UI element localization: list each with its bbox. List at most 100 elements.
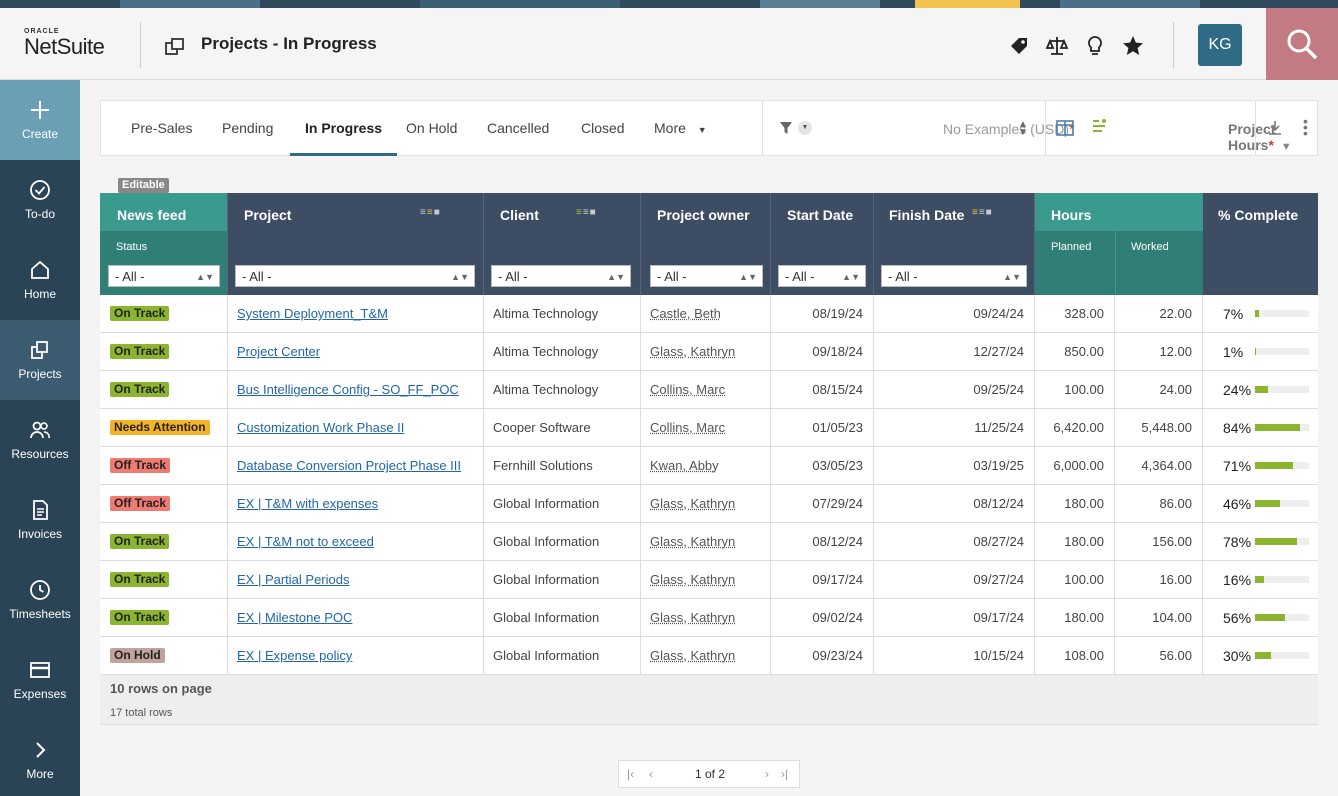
owner-filter[interactable]: - All - ▲▼	[650, 265, 763, 287]
owner-link[interactable]: Kwan, Abby	[650, 458, 719, 473]
sort-icons[interactable]: ≡≡■	[576, 207, 597, 218]
sidebar-item-projects[interactable]: Projects	[0, 320, 80, 400]
sidebar-item-todo[interactable]: To-do	[0, 160, 80, 240]
lightbulb-icon[interactable]	[1083, 34, 1107, 58]
owner-link[interactable]: Castle, Beth	[650, 306, 721, 321]
project-link[interactable]: Bus Intelligence Config - SO_FF_POC	[237, 382, 459, 397]
owner-cell: Glass, Kathryn	[641, 523, 771, 561]
owner-link[interactable]: Glass, Kathryn	[650, 572, 735, 587]
search-button[interactable]	[1266, 8, 1338, 80]
planned-hours-cell: 100.00	[1035, 561, 1115, 599]
columns-icon[interactable]	[1056, 120, 1074, 136]
project-link[interactable]: Database Conversion Project Phase III	[237, 458, 461, 473]
project-link[interactable]: Project Center	[237, 344, 320, 359]
first-page-icon[interactable]: |‹	[627, 767, 634, 781]
sort-icons[interactable]: ≡≡■	[972, 207, 993, 218]
owner-link[interactable]: Collins, Marc	[650, 382, 725, 397]
column-subtitle: Status	[116, 241, 147, 253]
owner-link[interactable]: Collins, Marc	[650, 420, 725, 435]
finish-date-cell: 11/25/24	[874, 409, 1035, 447]
filter-value: - All -	[785, 269, 815, 284]
more-vertical-icon[interactable]: • • •	[1303, 118, 1308, 136]
sidebar-item-timesheets[interactable]: Timesheets	[0, 560, 80, 640]
owner-cell: Glass, Kathryn	[641, 333, 771, 371]
last-page-icon[interactable]: ›|	[781, 767, 788, 781]
table-body: On Track System Deployment_T&M Altima Tech…	[100, 295, 1318, 675]
table-row: Off Track Database Conversion Project Pha…	[100, 447, 1318, 485]
editable-tag: Editable	[118, 178, 169, 193]
percent-label: 7%	[1223, 295, 1243, 333]
column-title[interactable]: News feed	[117, 207, 186, 223]
netsuite-logo[interactable]: ORACLE NetSuite	[24, 28, 124, 60]
prev-page-icon[interactable]: ‹	[649, 767, 653, 781]
sidebar-item-more[interactable]: More	[0, 720, 80, 796]
column-worked[interactable]: Worked	[1131, 241, 1169, 253]
tab-in-progress[interactable]: In Progress	[290, 101, 397, 156]
sort-icons[interactable]: ≡≡■	[420, 207, 441, 218]
owner-link[interactable]: Glass, Kathryn	[650, 534, 735, 549]
owner-link[interactable]: Glass, Kathryn	[650, 344, 735, 359]
filter-icon[interactable]	[779, 121, 793, 135]
finish-filter[interactable]: - All - ▲▼	[881, 265, 1027, 287]
client-filter[interactable]: - All - ▲▼	[491, 265, 631, 287]
project-filter[interactable]: - All - ▲▼	[235, 265, 475, 287]
tab-on-hold[interactable]: On Hold	[406, 101, 457, 156]
filter-dropdown-icon[interactable]: ▼	[798, 121, 812, 135]
pager: |‹ ‹ 1 of 2 › ›|	[618, 760, 800, 788]
tab-cancelled[interactable]: Cancelled	[487, 101, 549, 156]
finish-date-cell: 09/25/24	[874, 371, 1035, 409]
updown-icon: ▲▼	[196, 266, 214, 288]
column-title[interactable]: Client	[500, 207, 539, 223]
table-row: On Hold EX | Expense policy Global Informa…	[100, 637, 1318, 675]
planned-hours-cell: 180.00	[1035, 523, 1115, 561]
tab-pre-sales[interactable]: Pre-Sales	[131, 101, 192, 156]
star-icon[interactable]	[1121, 34, 1145, 58]
project-link[interactable]: EX | Partial Periods	[237, 572, 349, 587]
header-divider	[140, 22, 141, 68]
sidebar-item-create[interactable]: Create	[0, 80, 80, 160]
balance-icon[interactable]	[1045, 34, 1069, 58]
column-title[interactable]: % Complete	[1218, 207, 1298, 223]
project-link[interactable]: Customization Work Phase II	[237, 420, 404, 435]
tag-icon[interactable]	[1007, 34, 1031, 58]
project-link[interactable]: EX | T&M not to exceed	[237, 534, 374, 549]
owner-link[interactable]: Glass, Kathryn	[650, 496, 735, 511]
sidebar-item-invoices[interactable]: Invoices	[0, 480, 80, 560]
download-icon[interactable]	[1267, 120, 1283, 136]
plus-icon	[29, 99, 51, 121]
owner-link[interactable]: Glass, Kathryn	[650, 648, 735, 663]
check-circle-icon	[29, 179, 51, 201]
owner-link[interactable]: Glass, Kathryn	[650, 610, 735, 625]
owner-cell: Castle, Beth	[641, 295, 771, 333]
project-link[interactable]: EX | Expense policy	[237, 648, 352, 663]
chevron-right-icon	[29, 739, 51, 761]
complete-cell: 56%	[1203, 599, 1318, 637]
status-badge: On Track	[110, 306, 169, 321]
column-title[interactable]: Project	[244, 207, 291, 223]
next-page-icon[interactable]: ›	[765, 767, 769, 781]
tab-pending[interactable]: Pending	[222, 101, 273, 156]
sidebar-item-resources[interactable]: Resources	[0, 400, 80, 480]
table-row: Needs Attention Customization Work Phase …	[100, 409, 1318, 447]
project-cell: EX | Expense policy	[228, 637, 484, 675]
avatar[interactable]: KG	[1198, 24, 1242, 66]
tab-more[interactable]: More ▼	[654, 101, 707, 156]
column-title[interactable]: Start Date	[787, 207, 853, 223]
status-filter[interactable]: - All - ▲▼	[108, 265, 220, 287]
project-link[interactable]: System Deployment_T&M	[237, 306, 388, 321]
client-cell: Global Information	[484, 561, 641, 599]
complete-cell: 24%	[1203, 371, 1318, 409]
select-updown-icon[interactable]: ▲ ▼	[1018, 121, 1028, 137]
column-title[interactable]: Finish Date	[889, 207, 964, 223]
sort-list-icon[interactable]	[1091, 118, 1109, 136]
sidebar-item-home[interactable]: Home	[0, 240, 80, 320]
finish-date-cell: 10/15/24	[874, 637, 1035, 675]
sidebar-item-expenses[interactable]: Expenses	[0, 640, 80, 720]
currency-select[interactable]: No Examples (USD)*	[943, 121, 1074, 137]
project-link[interactable]: EX | T&M with expenses	[237, 496, 378, 511]
tab-closed[interactable]: Closed	[581, 101, 625, 156]
column-title[interactable]: Project owner	[657, 207, 750, 223]
column-planned[interactable]: Planned	[1051, 241, 1091, 253]
project-link[interactable]: EX | Milestone POC	[237, 610, 352, 625]
start-filter[interactable]: - All - ▲▼	[778, 265, 866, 287]
